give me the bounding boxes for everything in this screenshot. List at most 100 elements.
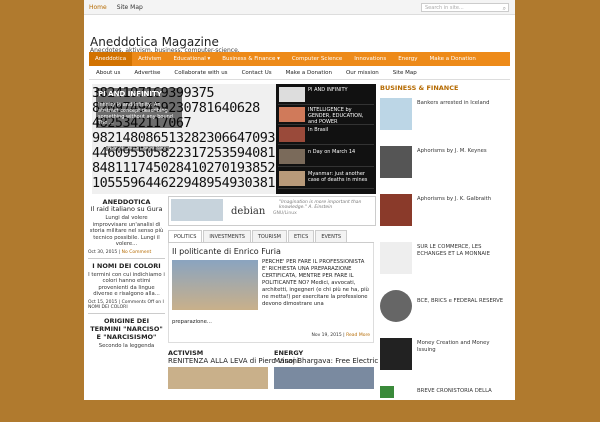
ad-banner[interactable]: debian GNU/Linux "Imagination is more im…	[168, 196, 376, 226]
post-read-more[interactable]: Read More	[346, 333, 370, 338]
right-item-title[interactable]: Aphorisms by J. M. Keynes	[417, 148, 509, 155]
thumb-title: Myanmar: just another case of deaths in …	[308, 171, 368, 183]
secondary-menu: About us Advertise Collaborate with us C…	[89, 67, 510, 80]
slider-title[interactable]: PI AND INFINITY	[98, 90, 180, 98]
menu-business-finance[interactable]: Business & Finance ▾	[216, 56, 286, 62]
category-tabs: POLITICS INVESTMENTS TOURISM ETICS EVENT…	[168, 230, 374, 243]
slider-thumb[interactable]: n Day on March 14	[278, 147, 374, 167]
thumb-title: n Day on March 14	[308, 149, 356, 155]
right-list-item[interactable]: Money Creation and Money Issuing	[380, 338, 510, 374]
menu2-contact[interactable]: Contact Us	[235, 70, 279, 76]
right-item-title[interactable]: SUR LE COMMERCE, LES ECHANGES ET LA MONN…	[417, 244, 509, 258]
ad-chip-image	[171, 199, 223, 221]
tab-investments[interactable]: INVESTMENTS	[203, 230, 251, 242]
search-input[interactable]: Search in site... ⌕	[421, 3, 509, 12]
slider-thumbnails: PI AND INFINITY INTELLIGENCE by GENDER, …	[276, 84, 376, 194]
slider-thumb[interactable]: In Brasil	[278, 125, 374, 145]
tab-politics[interactable]: POLITICS	[168, 230, 203, 242]
left-block-date: Oct 30, 2015 |	[88, 249, 122, 255]
menu2-sitemap[interactable]: Site Map	[386, 70, 424, 76]
left-block-meta: Oct 30, 2015 | No Comment	[88, 250, 165, 255]
tab-etics[interactable]: ETICS	[287, 230, 315, 242]
right-item-title[interactable]: Money Creation and Money Issuing	[417, 340, 509, 354]
right-item-image	[380, 242, 412, 274]
left-block-text: Secondo la leggenda	[98, 342, 155, 349]
energy-image[interactable]	[274, 367, 374, 389]
post-image[interactable]	[172, 260, 258, 310]
slider-caption: PI AND INFINITY Infinity Pi and Infinity…	[96, 88, 182, 128]
menu2-collaborate[interactable]: Collaborate with us	[167, 70, 234, 76]
thumb-image	[279, 171, 305, 186]
search-placeholder: Search in site...	[425, 5, 464, 11]
menu-computer-science[interactable]: Computer Science	[286, 56, 348, 62]
menu2-donation[interactable]: Make a Donation	[279, 70, 339, 76]
primary-menu: Aneddotica Activism Educational ▾ Busine…	[89, 52, 510, 66]
thumb-title: In Brasil	[308, 127, 329, 133]
right-item-title[interactable]: BREVE CRONISTORIA DELLA	[417, 388, 509, 395]
slider-date[interactable]: Nov 21, 2015 | Read More	[106, 146, 169, 151]
post-excerpt: PERCHE' PER FARE IL PROFESSIONISTA E' RI…	[262, 259, 369, 307]
right-item-image	[380, 146, 412, 178]
thumb-image	[279, 127, 305, 142]
menu2-about[interactable]: About us	[89, 70, 127, 76]
energy-block: ENERGY Manoj Bhargava: Free Electric	[274, 349, 378, 389]
left-block-text: Lungi dal volere improvvisare un'analisi…	[89, 215, 164, 247]
right-list-item[interactable]: Bankers arrested in Iceland	[380, 98, 510, 134]
left-block-title[interactable]: Il raid italiano su Gura	[88, 206, 165, 213]
menu-activism[interactable]: Activism	[132, 56, 167, 62]
right-item-title[interactable]: Aphorisms by J. K. Galbraith	[417, 196, 509, 203]
energy-head: ENERGY	[274, 349, 304, 357]
left-block: I NOMI DEI COLORI I termini con cui indi…	[88, 262, 165, 314]
site-header: Aneddotica Magazine Anecdotes, aktivism,…	[84, 15, 515, 60]
left-column: ANEDDOTICA Il raid italiano su Gura Lung…	[88, 198, 165, 355]
right-item-image	[380, 290, 412, 322]
right-list-item[interactable]: Aphorisms by J. M. Keynes	[380, 146, 510, 182]
post-excerpt-end: preparazione...	[172, 319, 212, 325]
left-block-meta: Oct 15, 2015 | Comments Off on I NOMI DE…	[88, 299, 164, 310]
right-item-title[interactable]: BCE, BRICS e FEDERAL RESERVE	[417, 298, 509, 305]
slider-thumb[interactable]: INTELLIGENCE by GENDER, EDUCATION, and P…	[278, 105, 374, 125]
post-meta: Nov 19, 2015 | Read More	[311, 333, 370, 338]
right-column: BUSINESS & FINANCE Bankers arrested in I…	[380, 84, 510, 398]
top-nav: Home Site Map Search in site... ⌕	[84, 0, 515, 15]
nav-home[interactable]: Home	[84, 4, 112, 11]
right-list-item[interactable]: Aphorisms by J. K. Galbraith	[380, 194, 510, 230]
ad-quote: "Imagination is more important than know…	[279, 200, 362, 210]
left-block-text: I termini con cui indichiamo i colori ha…	[88, 271, 165, 298]
thumb-title: PI AND INFINITY	[308, 87, 348, 93]
slider-thumb[interactable]: Myanmar: just another case of deaths in …	[278, 169, 374, 189]
left-block: ORIGINE DEI TERMINI "NARCISO" E "NARCISI…	[88, 317, 165, 353]
right-item-title[interactable]: Bankers arrested in Iceland	[417, 100, 509, 107]
menu2-advertise[interactable]: Advertise	[127, 70, 167, 76]
menu-aneddotica[interactable]: Aneddotica	[89, 52, 133, 66]
menu-educational[interactable]: Educational ▾	[167, 56, 216, 62]
right-item-image	[380, 98, 412, 130]
slider-excerpt: Infinity Pi and Infinity: An abstract co…	[98, 102, 175, 126]
post-title[interactable]: Il politicante di Enrico Furia	[172, 247, 281, 256]
thumb-title: INTELLIGENCE by GENDER, EDUCATION, and P…	[308, 107, 364, 125]
right-item-image	[380, 194, 412, 226]
thumb-image	[279, 87, 305, 102]
thumb-image	[279, 107, 305, 122]
tab-tourism[interactable]: TOURISM	[251, 230, 287, 242]
featured-post: Il politicante di Enrico Furia PERCHE' P…	[168, 243, 374, 343]
energy-post-title[interactable]: Manoj Bhargava: Free Electric	[274, 357, 378, 365]
left-block-comments[interactable]: No Comment	[122, 250, 152, 255]
left-block-head[interactable]: ORIGINE DEI TERMINI "NARCISO" E "NARCISI…	[88, 317, 165, 341]
slider-thumb[interactable]: PI AND INFINITY	[278, 85, 374, 105]
activism-image[interactable]	[168, 367, 268, 389]
menu2-mission[interactable]: Our mission	[339, 70, 386, 76]
right-header: BUSINESS & FINANCE	[380, 84, 459, 92]
nav-sitemap[interactable]: Site Map	[112, 4, 148, 11]
tab-events[interactable]: EVENTS	[315, 230, 348, 242]
menu-innovations[interactable]: Innovations	[348, 56, 392, 62]
left-block: ANEDDOTICA Il raid italiano su Gura Lung…	[88, 198, 165, 259]
menu-energy[interactable]: Energy	[392, 56, 423, 62]
search-icon[interactable]: ⌕	[503, 4, 506, 13]
left-block-head[interactable]: I NOMI DEI COLORI	[88, 262, 165, 270]
menu-make-donation[interactable]: Make a Donation	[424, 56, 482, 62]
right-list-item[interactable]: SUR LE COMMERCE, LES ECHANGES ET LA MONN…	[380, 242, 510, 278]
right-list-item[interactable]: BCE, BRICS e FEDERAL RESERVE	[380, 290, 510, 326]
right-list-item[interactable]: BREVE CRONISTORIA DELLA	[380, 386, 510, 422]
right-item-image	[380, 338, 412, 370]
